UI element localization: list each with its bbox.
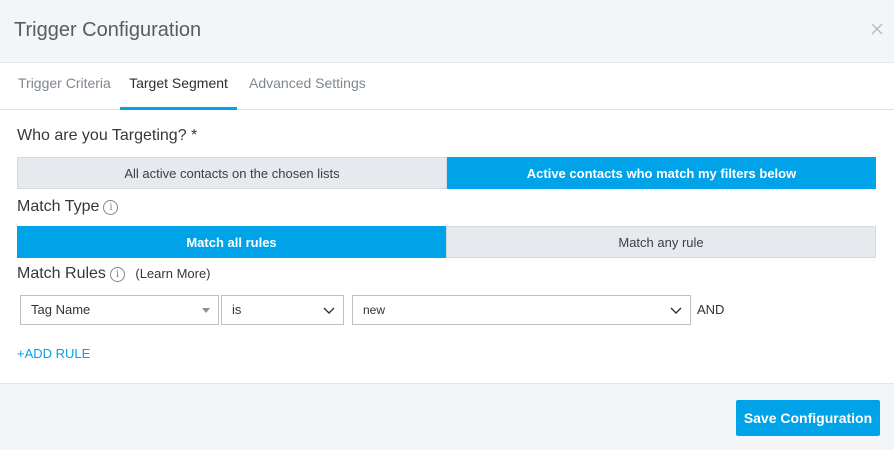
- tab-target-segment[interactable]: Target Segment: [120, 63, 237, 110]
- rule-field-select[interactable]: Tag Name: [20, 295, 219, 325]
- target-all-active-contacts-button[interactable]: All active contacts on the chosen lists: [17, 157, 447, 189]
- tab-advanced-settings[interactable]: Advanced Settings: [243, 63, 372, 110]
- match-rules-heading: Match Rules i (Learn More): [17, 265, 211, 283]
- modal-footer: Save Configuration: [0, 383, 894, 450]
- save-configuration-button[interactable]: Save Configuration: [736, 400, 880, 436]
- chevron-down-icon: [670, 307, 682, 314]
- learn-more-link[interactable]: (Learn More): [135, 266, 210, 281]
- rule-conjunction: AND: [697, 302, 725, 317]
- rule-field-value: Tag Name: [31, 302, 91, 317]
- info-icon[interactable]: i: [103, 200, 119, 215]
- chevron-down-icon: [323, 307, 335, 314]
- tab-trigger-criteria[interactable]: Trigger Criteria: [12, 63, 117, 110]
- targeting-label: Who are you Targeting? *: [17, 127, 198, 144]
- modal-header: Trigger Configuration: [0, 0, 894, 63]
- modal-title: Trigger Configuration: [14, 19, 202, 41]
- match-type-heading: Match Type i: [17, 198, 119, 216]
- rule-operator-select[interactable]: is: [221, 295, 344, 325]
- match-rules-label: Match Rules: [17, 265, 106, 282]
- rule-value-select[interactable]: new: [352, 295, 691, 325]
- info-icon[interactable]: i: [109, 267, 125, 282]
- trigger-configuration-modal: Trigger Configuration Trigger Criteria T…: [0, 0, 894, 450]
- add-rule-link[interactable]: +ADD RULE: [17, 346, 90, 361]
- match-any-rule-button[interactable]: Match any rule: [446, 226, 876, 258]
- target-filtered-contacts-button[interactable]: Active contacts who match my filters bel…: [447, 157, 876, 189]
- close-icon[interactable]: [870, 22, 884, 36]
- rule-operator-value: is: [232, 302, 242, 317]
- caret-down-icon: [202, 308, 210, 313]
- tab-bar: Trigger Criteria Target Segment Advanced…: [0, 63, 894, 110]
- match-type-label: Match Type: [17, 198, 100, 215]
- rule-value-value: new: [363, 303, 386, 317]
- match-all-rules-button[interactable]: Match all rules: [17, 226, 446, 258]
